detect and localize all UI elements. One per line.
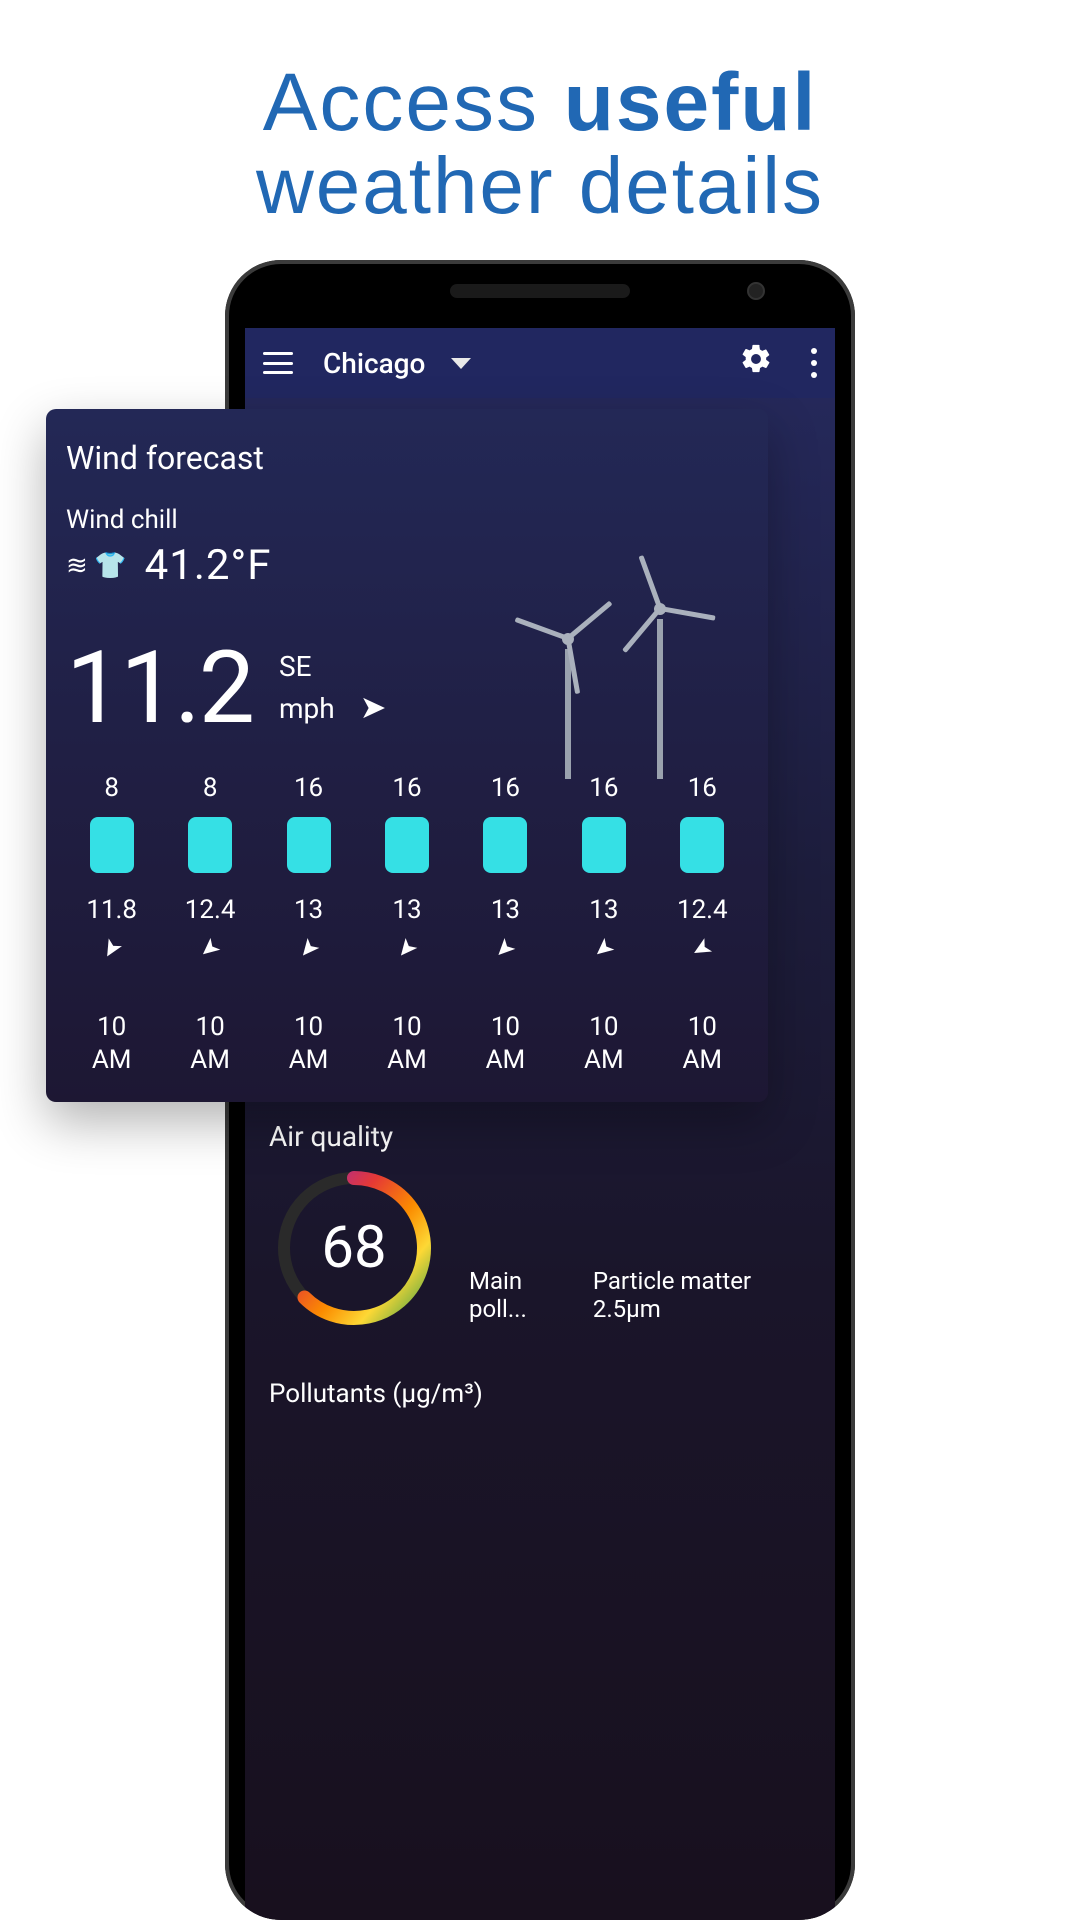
promo-line2: weather details [0,140,1080,232]
direction-arrow-icon: ➤ [291,932,325,965]
wind-chill-value: 41.2°F [145,541,272,590]
main-pollutant-label: Main poll... [469,1267,579,1323]
promo-line1-prefix: Access [263,57,564,148]
hourly-column[interactable]: 1613➤10AM [558,773,649,1076]
wind-bar [385,817,429,873]
direction-arrow-icon: ➤ [390,932,424,965]
pollutants-title: Pollutants (µg/m³) [269,1379,811,1409]
location-name: Chicago [323,347,425,380]
gust-value: 8 [203,773,218,803]
phone-speaker [450,284,630,298]
wind-direction-arrow-icon: ➤ [360,686,387,729]
hourly-column[interactable]: 16 13 ➤ 10AM [361,773,452,1076]
wind-chill-label: Wind chill [66,505,748,535]
gust-value: 8 [104,773,119,803]
direction-arrow-icon: ➤ [95,933,129,964]
app-bar: Chicago [245,328,835,398]
wind-direction: SE [279,648,386,686]
wind-bar [483,817,527,873]
speed-value: 12.4 [185,895,236,925]
hour-label: 10AM [92,1011,132,1076]
direction-arrow-icon: ➤ [687,932,718,966]
speed-value: 13 [294,895,323,925]
aqi-value: 68 [269,1163,439,1333]
hour-label: 10AM [682,1011,722,1076]
speed-value: 11.8 [86,895,137,925]
location-dropdown[interactable]: Chicago [323,347,471,380]
wind-chill-icon: ≋ 👕 [66,551,127,581]
speed-value: 13 [491,895,520,925]
wind-bar [287,817,331,873]
speed-value: 13 [589,895,618,925]
card-title: Wind forecast [66,439,748,477]
chevron-down-icon [451,358,471,369]
hour-label: 10AM [486,1011,526,1076]
wind-bar [582,817,626,873]
wind-speed-value: 11.2 [66,630,253,747]
aqi-gauge: 68 [269,1163,439,1333]
hour-label: 10AM [289,1011,329,1076]
direction-arrow-icon: ➤ [193,932,226,966]
gear-icon[interactable] [739,342,773,385]
gust-value: 16 [491,773,520,803]
menu-icon[interactable] [263,352,293,374]
hour-label: 10AM [190,1011,230,1076]
wind-bar [680,817,724,873]
hourly-column[interactable]: 8 12.4 ➤ 10AM [164,773,255,1076]
hourly-column[interactable]: 16 13 ➤ 10AM [460,773,551,1076]
gust-value: 16 [294,773,323,803]
hour-label: 10AM [584,1011,624,1076]
gust-value: 16 [392,773,421,803]
speed-value: 12.4 [677,895,728,925]
wind-bar [188,817,232,873]
overflow-menu-icon[interactable] [811,348,817,378]
wind-bar [90,817,134,873]
wind-forecast-card: Wind forecast Wind chill ≋ 👕 41.2°F 11.2… [46,409,768,1102]
promo-heading: Access useful weather details [0,0,1080,232]
air-quality-section: Air quality [269,1120,811,1409]
speed-value: 13 [392,895,421,925]
hourly-wind-row[interactable]: 811.8➤10AM812.4➤10AM1613➤10AM1613➤10AM16… [66,773,748,1076]
air-quality-title: Air quality [269,1120,811,1153]
hourly-column[interactable]: 8 11.8 ➤ 10AM [66,773,157,1076]
wind-unit: mph ➤ [279,686,386,729]
wind-turbine-illustration [550,579,750,779]
hourly-column[interactable]: 16 13 ➤ 10AM [263,773,354,1076]
promo-line1-bold: useful [564,57,817,148]
main-pollutant-value: Particle matter 2.5µm [593,1267,811,1323]
hour-label: 10AM [387,1011,427,1076]
direction-arrow-icon: ➤ [587,932,620,966]
hourly-column[interactable]: 1612.4➤10AM [657,773,748,1076]
direction-arrow-icon: ➤ [488,932,522,966]
phone-camera [747,282,765,300]
